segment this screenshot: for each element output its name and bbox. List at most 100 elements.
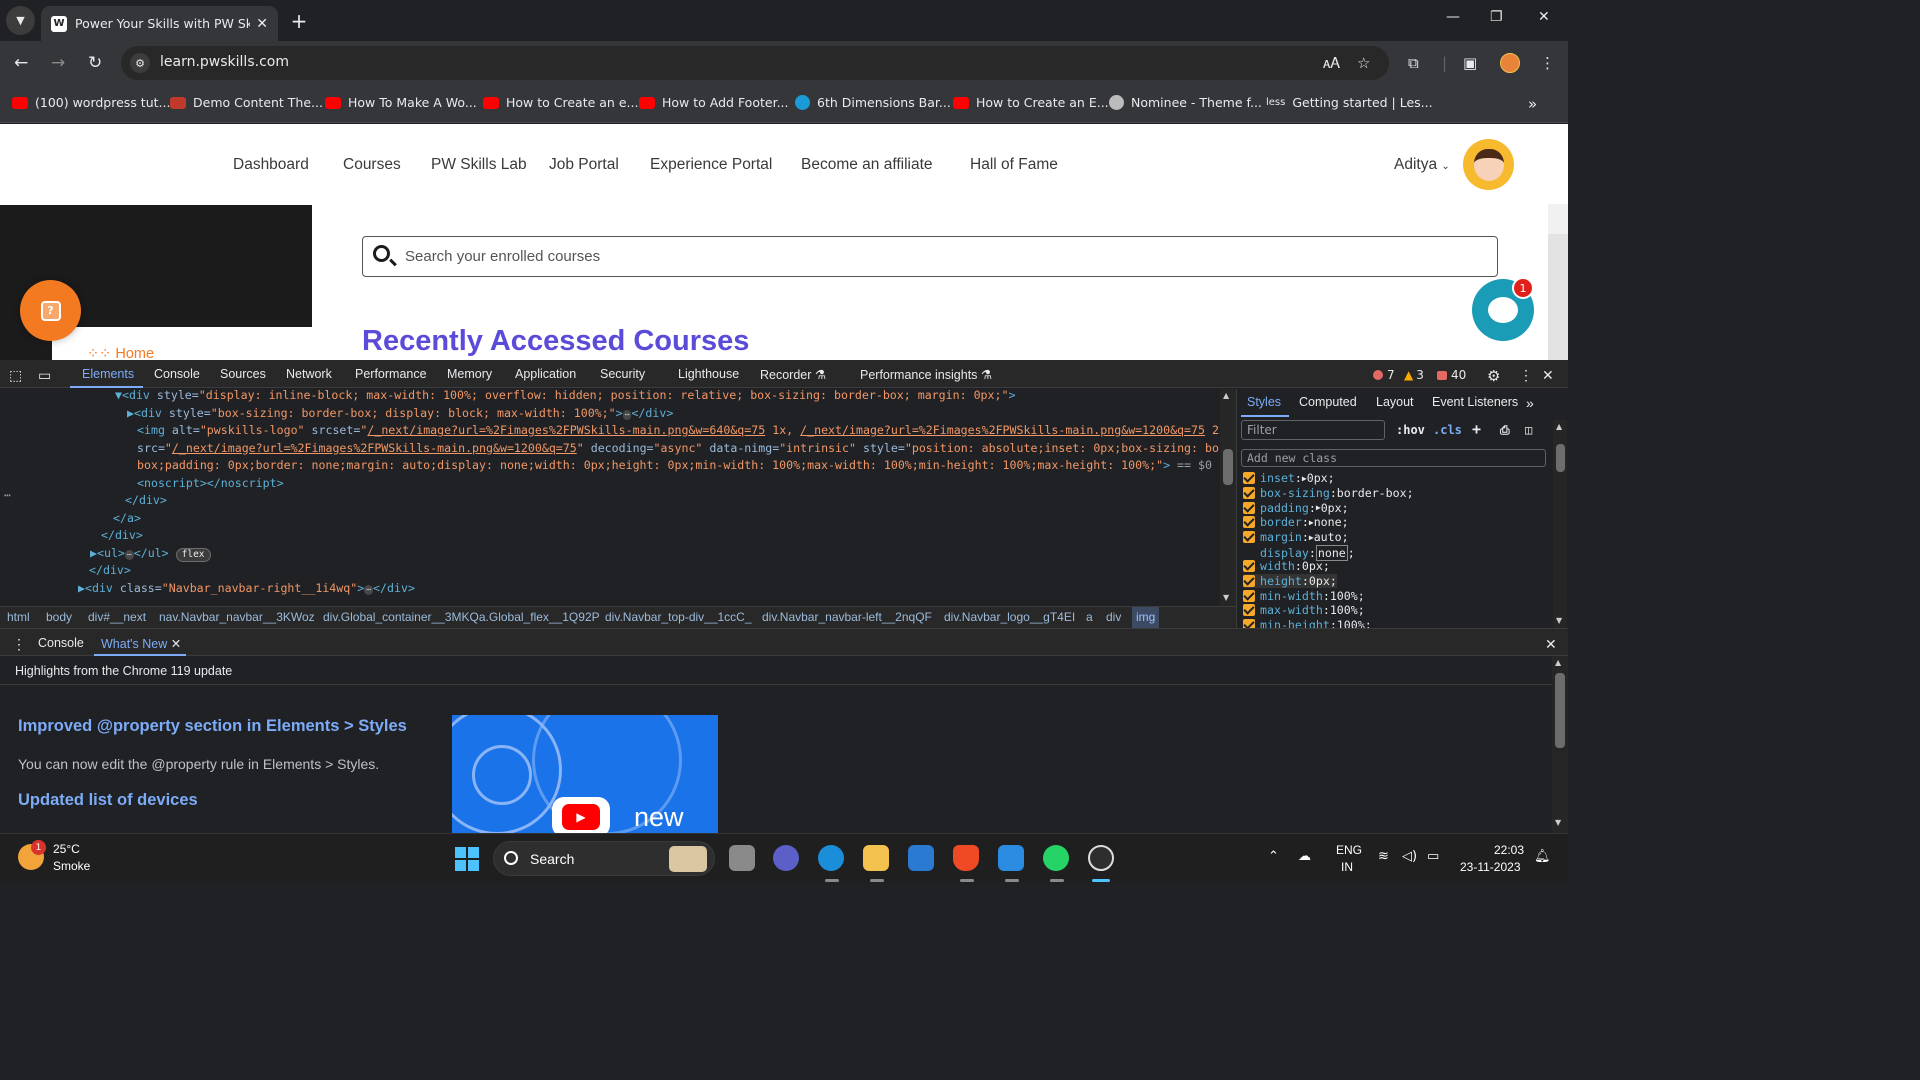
reload-icon[interactable]: ↻ <box>88 53 102 73</box>
tab-search-button[interactable]: ▼ <box>6 6 35 35</box>
breadcrumb-item-selected[interactable]: img <box>1132 607 1160 628</box>
breadcrumb-item[interactable]: div <box>1106 610 1121 624</box>
property-name[interactable]: width <box>1260 559 1295 573</box>
bookmark-item[interactable]: How To Make A Wo... <box>325 95 477 110</box>
whats-new-scrollbar[interactable]: ▲ ▼ <box>1552 656 1568 833</box>
style-property[interactable]: box-sizing: border-box; <box>1243 486 1414 500</box>
scroll-thumb[interactable] <box>1555 673 1565 748</box>
tab-elements[interactable]: Elements <box>82 367 134 381</box>
close-devtools-icon[interactable]: ✕ <box>1542 367 1554 384</box>
ellipsis-icon[interactable]: ⋯ <box>4 487 11 504</box>
browser-tab[interactable]: W Power Your Skills with PW Skills ✕ <box>41 6 278 41</box>
settings-gear-icon[interactable]: ⚙ <box>1487 367 1500 385</box>
vscode-icon[interactable] <box>998 845 1024 871</box>
property-name[interactable]: border <box>1260 515 1302 529</box>
warning-count[interactable]: ▲ 3 <box>1404 368 1424 382</box>
breadcrumb-item[interactable]: nav.Navbar_navbar__3KWoz <box>159 610 315 624</box>
wifi-icon[interactable]: ≋ <box>1378 849 1389 864</box>
devtools-menu-icon[interactable]: ⋮ <box>1519 367 1533 384</box>
src-link[interactable]: /_next/image?url=%2Fimages%2FPWSkills-ma… <box>172 441 577 455</box>
star-icon[interactable]: ☆ <box>1357 54 1370 72</box>
cls-button[interactable]: .cls <box>1433 423 1462 437</box>
more-tabs-icon[interactable]: » <box>1526 395 1534 411</box>
breadcrumb-item[interactable]: div.Navbar_navbar-left__2nqQF <box>762 610 932 624</box>
tab-console[interactable]: Console <box>154 367 200 381</box>
close-drawer-icon[interactable]: ✕ <box>1545 636 1557 653</box>
whats-new-heading[interactable]: Updated list of devices <box>18 791 198 810</box>
bookmark-item[interactable]: How to Add Footer... <box>639 95 788 110</box>
issues-count[interactable]: 40 <box>1437 368 1466 382</box>
breadcrumb-item[interactable]: body <box>46 610 72 624</box>
style-property[interactable]: border: ▶ none; <box>1243 515 1349 529</box>
page-scrollbar[interactable] <box>1548 204 1568 360</box>
clock-time[interactable]: 22:03 <box>1494 843 1524 857</box>
weather-temp[interactable]: 25°C <box>53 842 80 856</box>
flex-badge[interactable]: flex <box>175 547 211 562</box>
bookmark-item[interactable]: Nominee - Theme f... <box>1109 95 1262 110</box>
chevron-up-icon[interactable]: ⌃ <box>1268 849 1279 864</box>
url-text[interactable]: learn.pwskills.com <box>160 54 289 70</box>
srcset-link[interactable]: /_next/image?url=%2Fimages%2FPWSkills-ma… <box>367 423 765 437</box>
taskbar-search[interactable]: Search <box>493 841 715 876</box>
scroll-thumb[interactable] <box>1556 444 1565 472</box>
breadcrumb-item[interactable]: a <box>1086 610 1093 624</box>
collapsed-ellipsis[interactable]: ⋯ <box>364 584 374 595</box>
dom-node[interactable]: <noscript></noscript> <box>137 475 284 492</box>
collapsed-ellipsis[interactable]: ⋯ <box>124 549 134 560</box>
translate-icon[interactable]: 🗚 <box>1323 54 1340 72</box>
weather-condition[interactable]: Smoke <box>53 859 90 873</box>
brave-icon[interactable] <box>953 845 979 871</box>
youtube-play-icon[interactable]: ▶ <box>552 797 610 833</box>
paint-icon[interactable]: ⎙ <box>1500 423 1510 438</box>
style-property[interactable]: width: 0px; <box>1243 559 1330 573</box>
scroll-thumb[interactable] <box>1548 234 1568 360</box>
property-name[interactable]: inset <box>1260 471 1295 485</box>
style-property[interactable]: height: 0px; <box>1243 574 1337 588</box>
task-view-icon[interactable] <box>729 845 755 871</box>
dom-node[interactable]: ▼<div style="display: inline-block; max-… <box>115 389 1015 404</box>
nav-courses[interactable]: Courses <box>343 156 401 174</box>
drawer-tab-whats-new[interactable]: What's New ✕ <box>101 636 181 651</box>
nav-hall-of-fame[interactable]: Hall of Fame <box>970 156 1058 174</box>
property-value[interactable]: auto <box>1314 530 1342 544</box>
nav-job-portal[interactable]: Job Portal <box>549 156 619 174</box>
site-info-icon[interactable]: ⚙ <box>130 53 150 73</box>
close-tab-icon[interactable]: ✕ <box>256 16 268 32</box>
add-class-input[interactable]: Add new class <box>1241 449 1546 467</box>
property-value[interactable]: 100% <box>1330 589 1358 603</box>
help-button[interactable]: ? <box>20 280 81 341</box>
property-value[interactable]: 0px <box>1309 574 1330 588</box>
add-rule-icon[interactable]: + <box>1472 420 1481 438</box>
hov-button[interactable]: :hov <box>1396 423 1425 437</box>
sidebar-item-home[interactable]: ⁘⁘ Home <box>87 346 154 360</box>
dom-node[interactable]: </div> <box>101 527 143 544</box>
error-count[interactable]: 7 <box>1373 368 1395 382</box>
tab-performance-insights[interactable]: Performance insights ⚗ <box>860 367 992 382</box>
dom-node[interactable]: ▶<div class="Navbar_navbar-right__1i4wq"… <box>78 580 415 597</box>
property-name[interactable]: height <box>1260 574 1302 588</box>
scroll-up-icon[interactable]: ▲ <box>1555 658 1561 667</box>
tab-application[interactable]: Application <box>515 367 576 381</box>
property-name[interactable]: max-width <box>1260 603 1323 617</box>
dom-node[interactable]: </div> <box>89 562 131 579</box>
elements-dom-tree[interactable]: ⋯ ▼<div style="display: inline-block; ma… <box>0 389 1220 607</box>
profile-avatar[interactable] <box>1500 53 1520 73</box>
menu-kebab-icon[interactable]: ⋮ <box>1540 54 1555 72</box>
scroll-thumb[interactable] <box>1223 449 1233 485</box>
style-property[interactable]: margin: ▶ auto; <box>1243 530 1349 544</box>
breadcrumb-item[interactable]: div#__next <box>88 610 146 624</box>
tab-recorder[interactable]: Recorder ⚗ <box>760 367 826 382</box>
srcset-link[interactable]: /_next/image?url=%2Fimages%2FPWSkills-ma… <box>800 423 1205 437</box>
input-region[interactable]: IN <box>1341 860 1353 874</box>
windows-start-icon[interactable] <box>455 847 479 871</box>
video-thumbnail[interactable]: ▶ new <box>452 715 718 833</box>
scroll-down-icon[interactable]: ▼ <box>1556 616 1562 625</box>
address-bar[interactable]: ⚙ learn.pwskills.com 🗚 ☆ <box>121 46 1389 80</box>
dom-node[interactable]: ▶<div style="box-sizing: border-box; dis… <box>127 405 673 422</box>
nav-become-affiliate[interactable]: Become an affiliate <box>801 156 933 174</box>
tab-security[interactable]: Security <box>600 367 645 381</box>
property-name[interactable]: display <box>1260 546 1309 560</box>
property-value[interactable]: 100% <box>1330 603 1358 617</box>
dom-node[interactable]: </div> <box>125 492 167 509</box>
back-icon[interactable]: ← <box>14 53 28 73</box>
